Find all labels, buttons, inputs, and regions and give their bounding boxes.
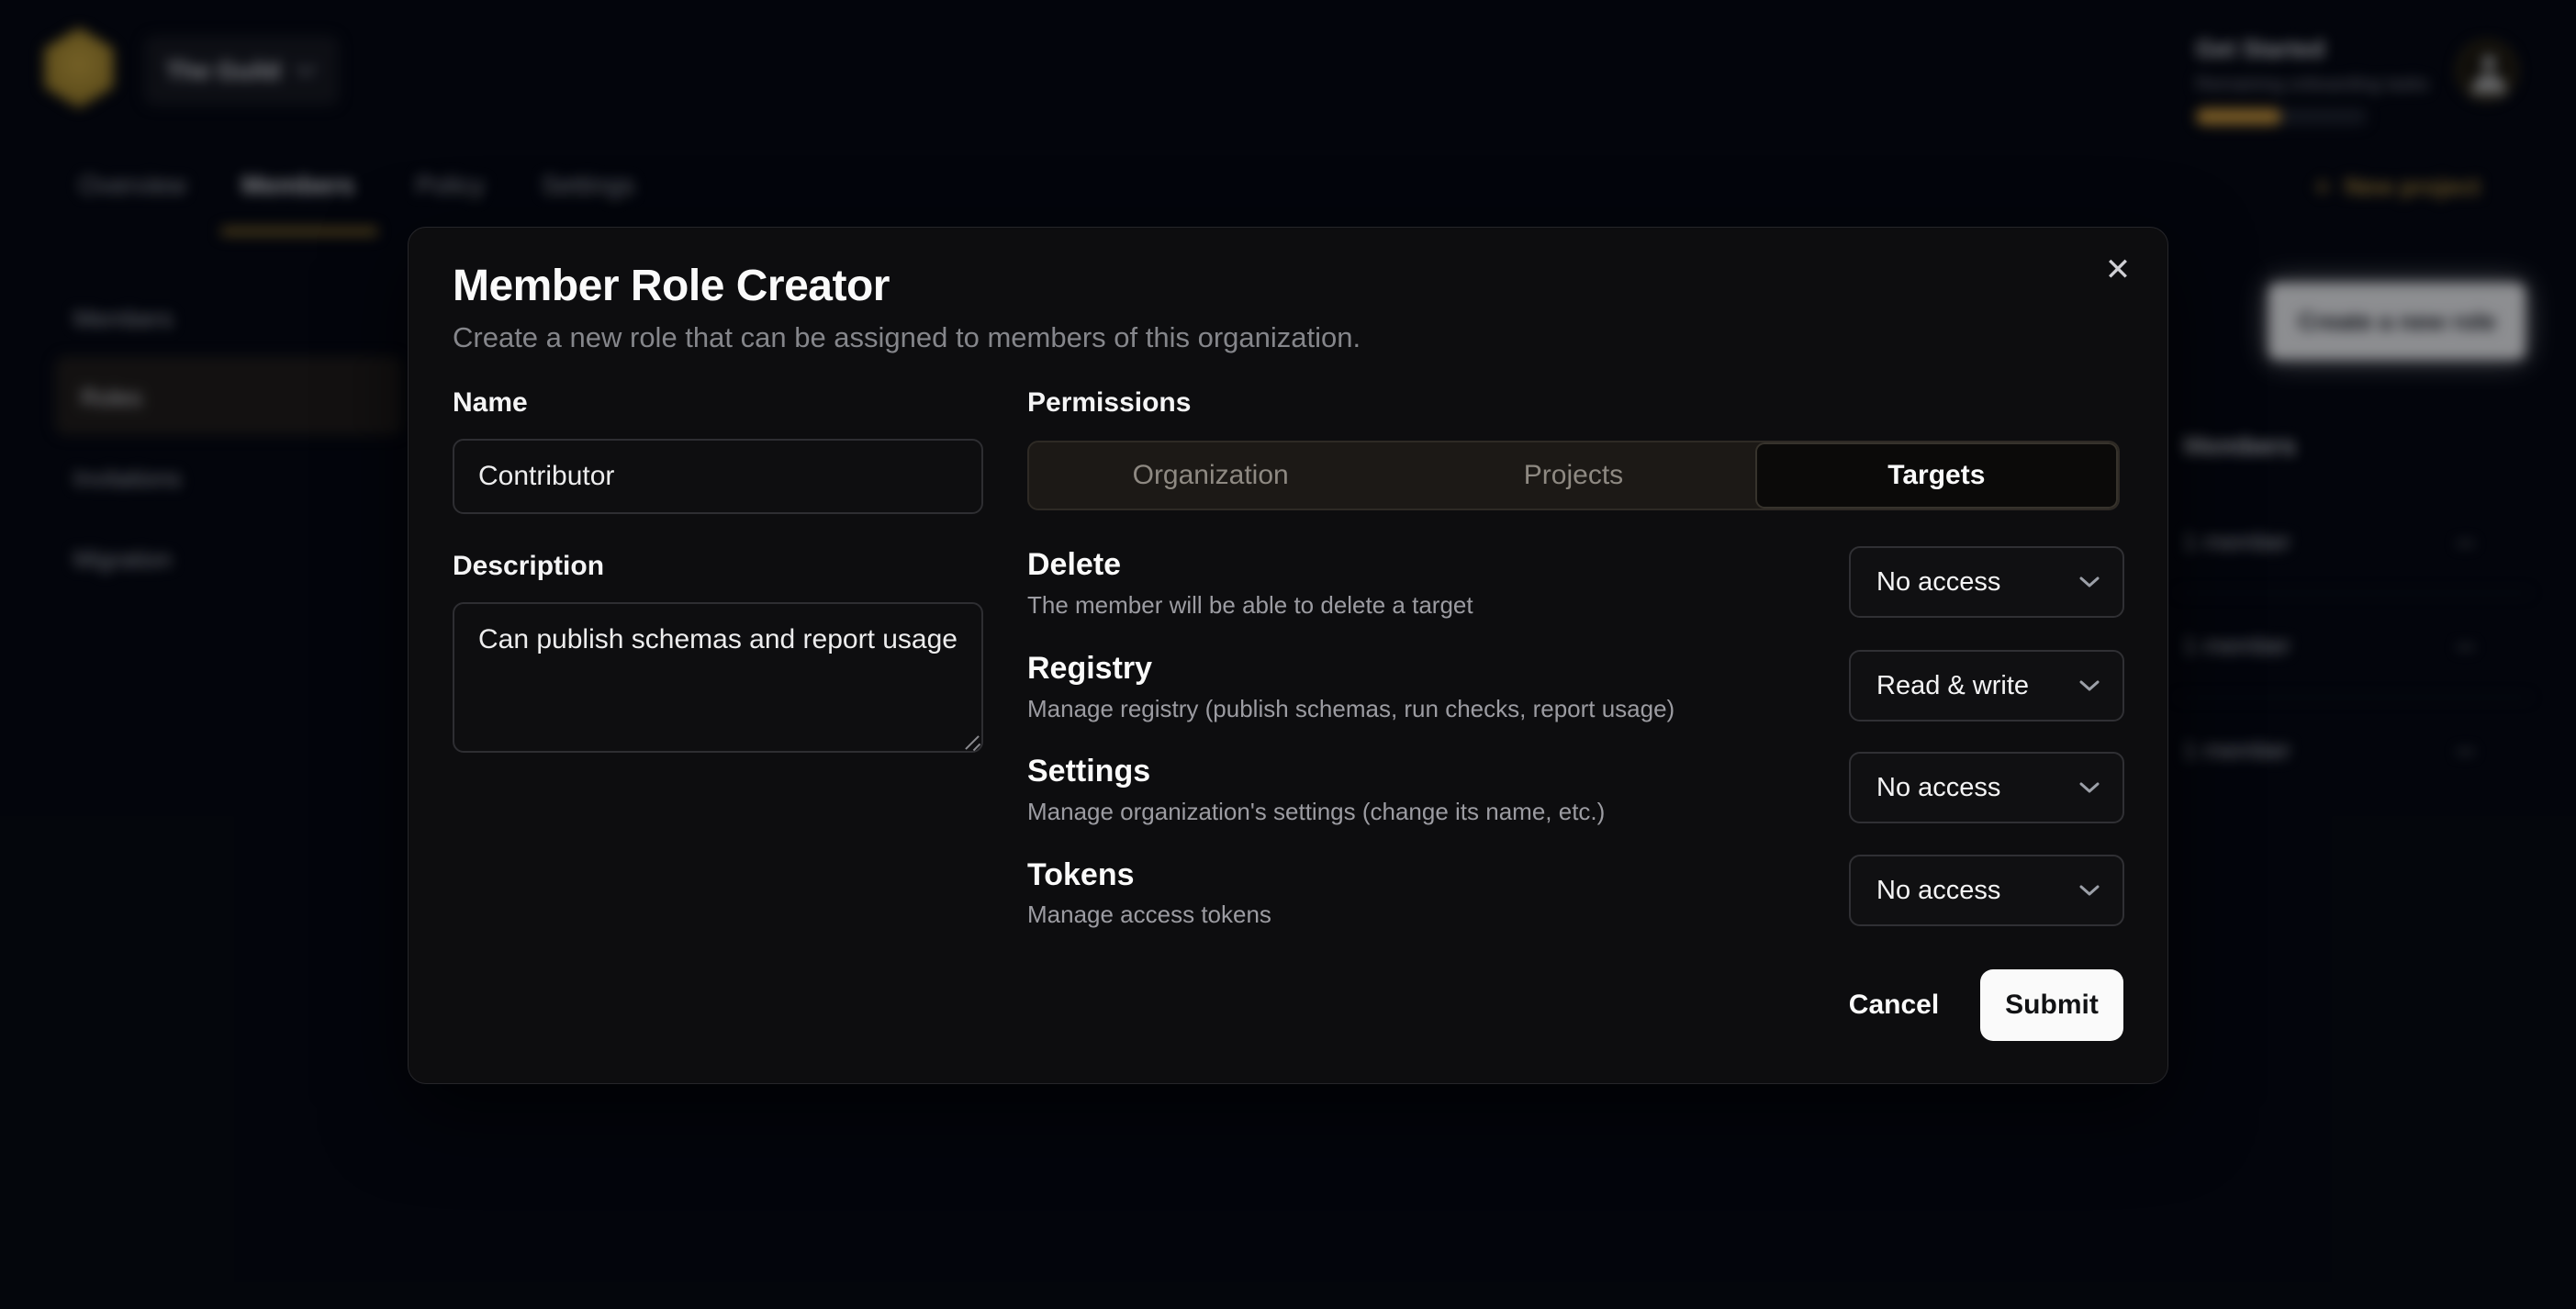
permissions-tabs: Organization Projects Targets (1027, 441, 2120, 510)
perm-desc-settings: Manage organization's settings (change i… (1027, 798, 1605, 826)
member-role-creator-modal: ✕ Member Role Creator Create a new role … (408, 227, 2168, 1084)
perm-title-tokens: Tokens (1027, 857, 1135, 893)
chevron-down-icon (2078, 884, 2100, 897)
perm-dropdown-registry[interactable]: Read & write (1849, 650, 2124, 722)
modal-title: Member Role Creator (453, 261, 890, 311)
chevron-down-icon (2078, 679, 2100, 692)
close-icon[interactable]: ✕ (2096, 248, 2140, 292)
permissions-label: Permissions (1027, 387, 1191, 419)
perm-desc-registry: Manage registry (publish schemas, run ch… (1027, 695, 1674, 723)
perm-tab-organization[interactable]: Organization (1029, 442, 1392, 509)
dropdown-value: Read & write (1876, 671, 2029, 701)
dropdown-value: No access (1876, 876, 2000, 906)
submit-button[interactable]: Submit (1980, 969, 2123, 1041)
perm-desc-tokens: Manage access tokens (1027, 901, 1271, 929)
perm-desc-delete: The member will be able to delete a targ… (1027, 591, 1473, 620)
perm-tab-projects[interactable]: Projects (1392, 442, 1754, 509)
perm-dropdown-settings[interactable]: No access (1849, 752, 2124, 823)
chevron-down-icon (2078, 781, 2100, 794)
description-textarea[interactable]: Can publish schemas and report usage (453, 602, 983, 753)
app-screen: The Guild Get Started Remaining onboardi… (0, 0, 2576, 1309)
perm-dropdown-tokens[interactable]: No access (1849, 855, 2124, 926)
name-label: Name (453, 387, 528, 419)
perm-tab-targets[interactable]: Targets (1755, 442, 2118, 509)
chevron-down-icon (2078, 576, 2100, 588)
dropdown-value: No access (1876, 567, 2000, 598)
perm-title-registry: Registry (1027, 651, 1152, 687)
dropdown-value: No access (1876, 773, 2000, 803)
perm-dropdown-delete[interactable]: No access (1849, 546, 2124, 618)
cancel-button[interactable]: Cancel (1837, 969, 1951, 1041)
perm-title-delete: Delete (1027, 547, 1121, 583)
name-input[interactable] (453, 439, 983, 514)
perm-title-settings: Settings (1027, 754, 1150, 789)
modal-subtitle: Create a new role that can be assigned t… (453, 321, 1361, 354)
description-label: Description (453, 551, 604, 582)
